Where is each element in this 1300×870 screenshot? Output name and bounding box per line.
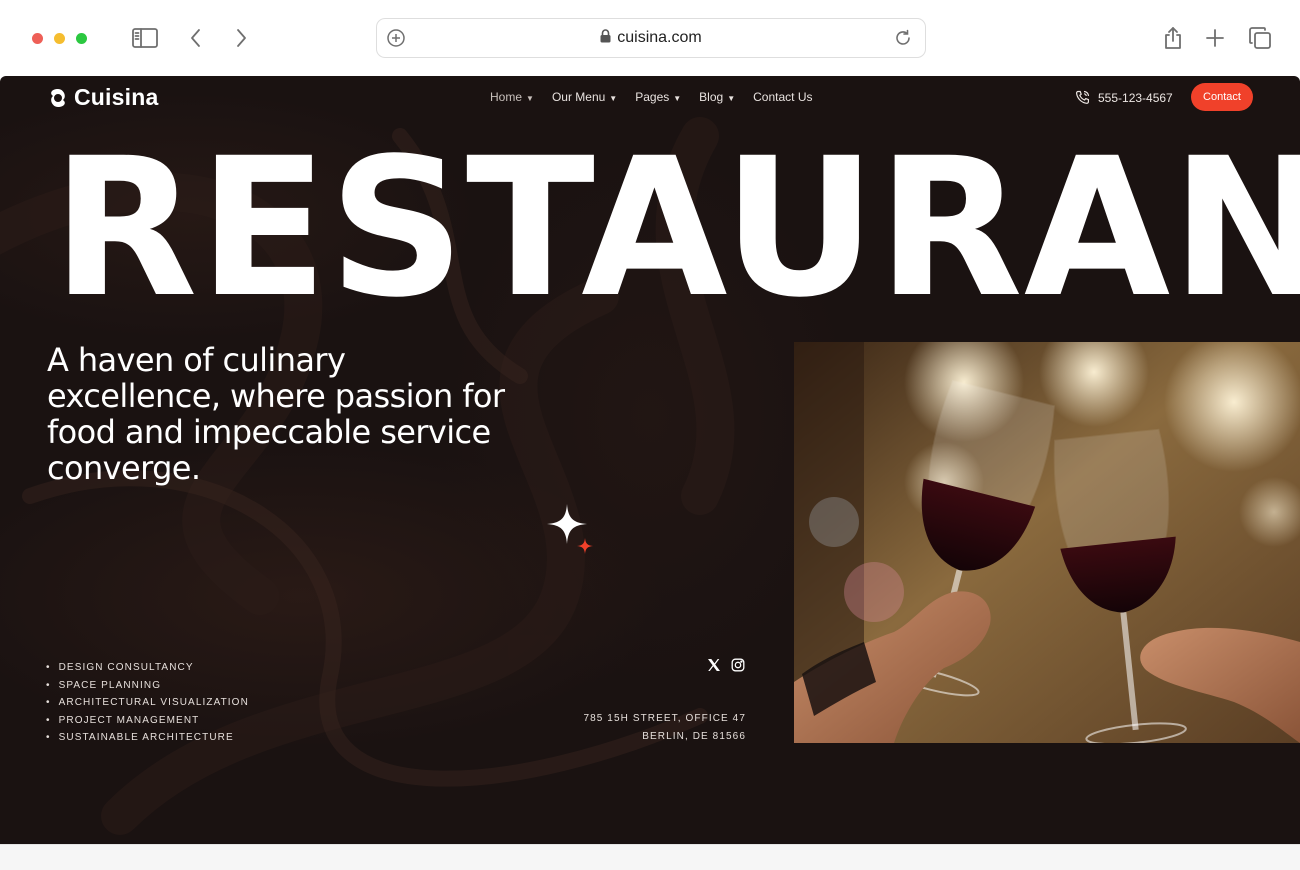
site-logo[interactable]: Cuisina: [46, 84, 158, 111]
instagram-icon[interactable]: [731, 658, 745, 672]
list-item: SPACE PLANNING: [46, 677, 249, 695]
sparkle-red-icon: [577, 538, 593, 554]
chevron-down-icon: ▼: [609, 93, 618, 103]
logo-text: Cuisina: [74, 84, 159, 110]
phone-number: 555-123-4567: [1098, 90, 1173, 105]
minimize-window-button[interactable]: [54, 33, 65, 44]
address-line-1: 785 15H STREET, OFFICE 47: [583, 713, 746, 724]
chevron-down-icon: ▼: [727, 93, 736, 103]
list-item: DESIGN CONSULTANCY: [46, 659, 249, 677]
zoom-window-button[interactable]: [76, 33, 87, 44]
address-line-2: BERLIN, DE 81566: [642, 730, 746, 742]
nav-item-home[interactable]: Home ▼: [490, 90, 534, 104]
hero-photo-wine-toast: [794, 342, 1300, 743]
hero-subtitle: A haven of culinary excellence, where pa…: [47, 341, 505, 487]
contact-button[interactable]: Contact: [1191, 83, 1253, 111]
nav-item-contact-us[interactable]: Contact Us: [753, 90, 812, 104]
main-navigation: Home ▼ Our Menu ▼ Pages ▼ Blog ▼ Contact Us: [490, 90, 812, 104]
nav-item-label: Pages: [635, 90, 670, 104]
reload-icon[interactable]: [893, 28, 913, 53]
logo-mark-icon: [51, 88, 65, 107]
window-controls: [32, 33, 87, 44]
chevron-down-icon: ▼: [526, 93, 534, 103]
chevron-down-icon: ▼: [673, 93, 682, 103]
hero-title: RESTAURANT: [52, 118, 1300, 340]
address-block: 785 15H STREET, OFFICE 47 BERLIN, DE 815…: [560, 710, 746, 745]
nav-item-label: Home: [490, 90, 523, 104]
nav-item-pages[interactable]: Pages ▼: [635, 90, 681, 104]
page-bottom-edge: [0, 844, 1300, 870]
new-tab-icon[interactable]: [1201, 25, 1229, 51]
phone-icon: [1075, 90, 1090, 104]
sidebar-toggle-icon[interactable]: [131, 25, 159, 51]
nav-item-label: Blog: [699, 90, 724, 104]
list-item: SUSTAINABLE ARCHITECTURE: [46, 729, 249, 747]
website-viewport: Cuisina Home ▼ Our Menu ▼ Pages ▼ Blog ▼ Con…: [0, 76, 1300, 844]
nav-item-our-menu[interactable]: Our Menu ▼: [552, 90, 617, 104]
nav-item-blog[interactable]: Blog ▼: [699, 90, 735, 104]
list-item: PROJECT MANAGEMENT: [46, 712, 249, 730]
back-icon[interactable]: [182, 25, 210, 51]
social-links: [707, 658, 745, 672]
close-window-button[interactable]: [32, 33, 43, 44]
forward-icon[interactable]: [227, 25, 255, 51]
services-list: DESIGN CONSULTANCY SPACE PLANNING ARCHIT…: [46, 659, 249, 747]
lock-icon: [600, 29, 611, 48]
phone-link[interactable]: 555-123-4567: [1075, 90, 1173, 105]
browser-toolbar: cuisina.com: [0, 0, 1300, 76]
url-text: cuisina.com: [617, 29, 702, 46]
list-item: ARCHITECTURAL VISUALIZATION: [46, 694, 249, 712]
nav-item-label: Our Menu: [551, 90, 606, 104]
tab-overview-icon[interactable]: [1246, 25, 1274, 51]
nav-item-label: Contact Us: [753, 90, 813, 104]
share-icon[interactable]: [1159, 25, 1187, 51]
url-display[interactable]: cuisina.com: [377, 29, 925, 48]
x-icon[interactable]: [707, 658, 721, 672]
address-bar[interactable]: cuisina.com: [376, 18, 926, 58]
